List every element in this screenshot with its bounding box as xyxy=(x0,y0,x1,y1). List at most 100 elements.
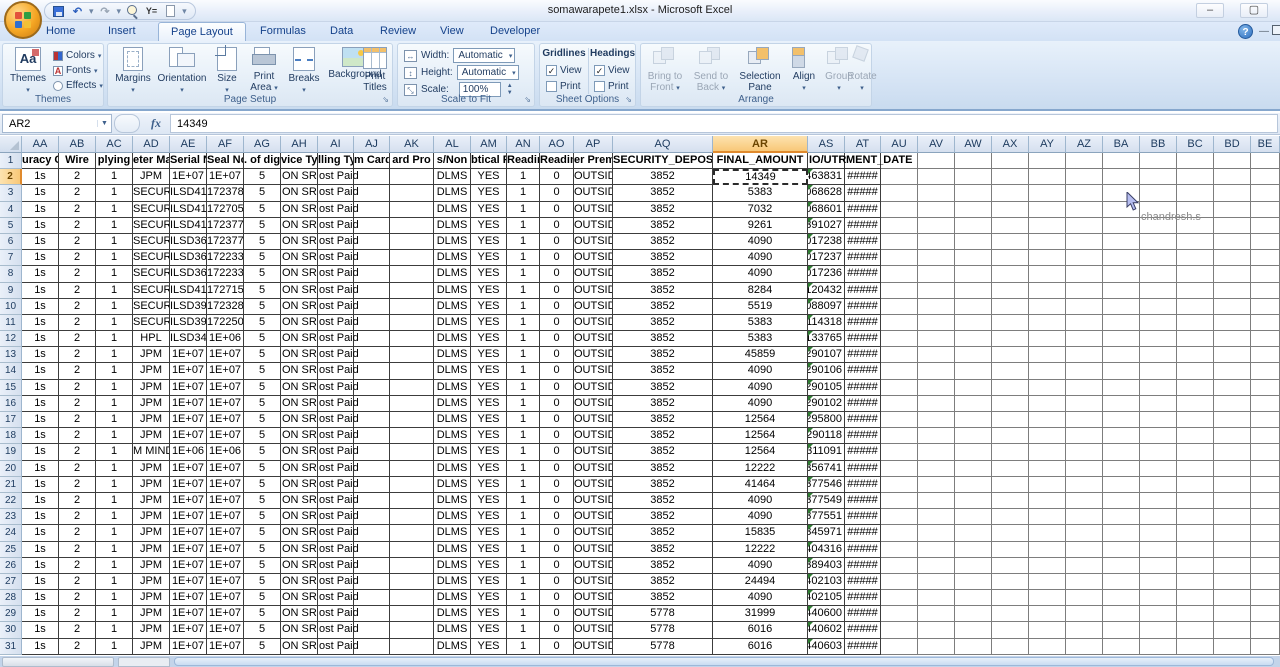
cell-AM15[interactable]: YES xyxy=(471,380,507,396)
cell-AO17[interactable]: 0 xyxy=(540,412,574,428)
cell-AS3[interactable]: 9068628 xyxy=(808,185,845,201)
cell-AM14[interactable]: YES xyxy=(471,363,507,379)
cell-AR15[interactable]: 4090 xyxy=(713,380,808,396)
cell-AM16[interactable]: YES xyxy=(471,396,507,412)
cell-AY28[interactable] xyxy=(1029,590,1066,606)
cell-AV22[interactable] xyxy=(918,493,955,509)
cell-AL15[interactable]: DLMS xyxy=(434,380,471,396)
cell-AH17[interactable]: ON SRB xyxy=(281,412,318,428)
cell-AC9[interactable]: 1 xyxy=(96,283,133,299)
cell-AL20[interactable]: DLMS xyxy=(434,461,471,477)
cell-AN1[interactable]: Readin xyxy=(507,153,540,169)
cell-AH16[interactable]: ON SRB xyxy=(281,396,318,412)
cell-AH20[interactable]: ON SRB xyxy=(281,461,318,477)
cell-AX31[interactable] xyxy=(992,639,1029,655)
cell-AK16[interactable] xyxy=(390,396,434,412)
cell-AU31[interactable] xyxy=(881,639,918,655)
cell-AB11[interactable]: 2 xyxy=(59,315,96,331)
cell-BA31[interactable] xyxy=(1103,639,1140,655)
cell-AK1[interactable]: ard Pro xyxy=(390,153,434,169)
cell-AC28[interactable]: 1 xyxy=(96,590,133,606)
cell-AT21[interactable]: ##### xyxy=(845,477,881,493)
cell-AO11[interactable]: 0 xyxy=(540,315,574,331)
cell-AR9[interactable]: 8284 xyxy=(713,283,808,299)
cell-BE22[interactable] xyxy=(1251,493,1280,509)
cell-AZ8[interactable] xyxy=(1066,266,1103,282)
cell-AV9[interactable] xyxy=(918,283,955,299)
cell-AD13[interactable]: JPM xyxy=(133,347,170,363)
cell-AB6[interactable]: 2 xyxy=(59,234,96,250)
cell-AD6[interactable]: SECURE xyxy=(133,234,170,250)
save-icon[interactable] xyxy=(51,4,66,18)
cell-BE9[interactable] xyxy=(1251,283,1280,299)
cell-AO21[interactable]: 0 xyxy=(540,477,574,493)
column-header-AW[interactable]: AW xyxy=(955,136,992,153)
cell-AZ20[interactable] xyxy=(1066,461,1103,477)
cell-AS9[interactable]: 120432 xyxy=(808,283,845,299)
cell-AM5[interactable]: YES xyxy=(471,218,507,234)
cell-AK8[interactable] xyxy=(390,266,434,282)
cell-AK2[interactable] xyxy=(390,169,434,185)
cell-AI2[interactable]: ost Paid xyxy=(318,169,354,185)
cell-BA30[interactable] xyxy=(1103,622,1140,638)
cell-AW2[interactable] xyxy=(955,169,992,185)
cell-BB15[interactable] xyxy=(1140,380,1177,396)
cell-AD8[interactable]: SECURE xyxy=(133,266,170,282)
cell-AZ5[interactable] xyxy=(1066,218,1103,234)
cell-AP16[interactable]: OUTSIDI xyxy=(574,396,613,412)
cell-AM1[interactable]: btical P xyxy=(471,153,507,169)
cell-BE18[interactable] xyxy=(1251,428,1280,444)
cell-AN11[interactable]: 1 xyxy=(507,315,540,331)
cell-AT14[interactable]: ##### xyxy=(845,363,881,379)
cell-AX9[interactable] xyxy=(992,283,1029,299)
cell-AY1[interactable] xyxy=(1029,153,1066,169)
cell-AS14[interactable]: 290106 xyxy=(808,363,845,379)
cell-AQ29[interactable]: 5778 xyxy=(613,606,713,622)
cell-AL24[interactable]: DLMS xyxy=(434,525,471,541)
cell-AG21[interactable]: 5 xyxy=(244,477,281,493)
cell-AJ2[interactable] xyxy=(354,169,390,185)
cell-AG3[interactable]: 5 xyxy=(244,185,281,201)
cell-AY7[interactable] xyxy=(1029,250,1066,266)
cell-AN22[interactable]: 1 xyxy=(507,493,540,509)
cell-AB4[interactable]: 2 xyxy=(59,202,96,218)
cell-AJ25[interactable] xyxy=(354,542,390,558)
row-header-3[interactable]: 3 xyxy=(0,185,22,201)
cell-BC27[interactable] xyxy=(1177,574,1214,590)
cell-AH14[interactable]: ON SRB xyxy=(281,363,318,379)
cell-AO20[interactable]: 0 xyxy=(540,461,574,477)
cell-AB10[interactable]: 2 xyxy=(59,299,96,315)
cell-AZ11[interactable] xyxy=(1066,315,1103,331)
cell-AS21[interactable]: 377546 xyxy=(808,477,845,493)
cell-AP12[interactable]: OUTSIDI xyxy=(574,331,613,347)
cell-AB21[interactable]: 2 xyxy=(59,477,96,493)
cell-AI22[interactable]: ost Paid xyxy=(318,493,354,509)
cell-AZ14[interactable] xyxy=(1066,363,1103,379)
cell-BD9[interactable] xyxy=(1214,283,1251,299)
cell-AI26[interactable]: ost Paid xyxy=(318,558,354,574)
cell-AX30[interactable] xyxy=(992,622,1029,638)
cell-AB12[interactable]: 2 xyxy=(59,331,96,347)
cell-BE13[interactable] xyxy=(1251,347,1280,363)
cell-AM11[interactable]: YES xyxy=(471,315,507,331)
cell-AD24[interactable]: JPM xyxy=(133,525,170,541)
cell-AA26[interactable]: 1s xyxy=(22,558,59,574)
cell-AB26[interactable]: 2 xyxy=(59,558,96,574)
cell-AN23[interactable]: 1 xyxy=(507,509,540,525)
sheet-tab[interactable] xyxy=(118,657,170,667)
cell-AS24[interactable]: 345971 xyxy=(808,525,845,541)
cell-AY13[interactable] xyxy=(1029,347,1066,363)
cell-AG9[interactable]: 5 xyxy=(244,283,281,299)
tab-formulas[interactable]: Formulas xyxy=(248,22,318,41)
cell-AM12[interactable]: YES xyxy=(471,331,507,347)
column-header-AL[interactable]: AL xyxy=(434,136,471,153)
cell-AK12[interactable] xyxy=(390,331,434,347)
cell-AE4[interactable]: ILSD416 xyxy=(170,202,207,218)
workbook-restore-icon[interactable] xyxy=(1272,25,1280,35)
cell-AK4[interactable] xyxy=(390,202,434,218)
cell-AM2[interactable]: YES xyxy=(471,169,507,185)
cell-AP15[interactable]: OUTSIDI xyxy=(574,380,613,396)
cell-AG19[interactable]: 5 xyxy=(244,444,281,460)
cell-AP1[interactable]: er Prem xyxy=(574,153,613,169)
cell-AJ29[interactable] xyxy=(354,606,390,622)
